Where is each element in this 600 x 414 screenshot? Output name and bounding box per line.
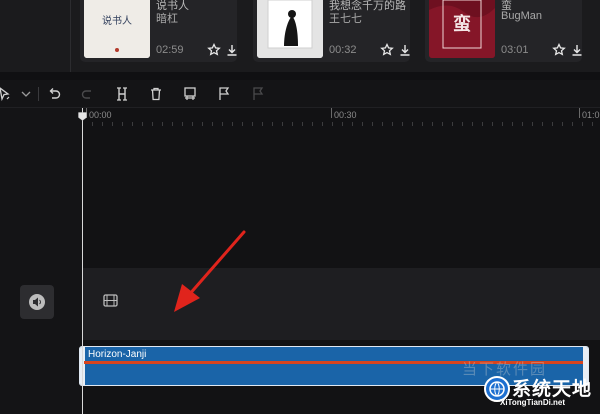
select-cursor-icon[interactable] [0,86,12,102]
site-watermark: 当下软件园 系统天地 XiTongTianDi.net [440,340,600,414]
album-cover [257,0,323,58]
chevron-down-icon[interactable] [18,86,34,102]
marker-flag-icon[interactable] [216,86,232,102]
playhead-line[interactable] [82,108,83,414]
audio-clip-name: Horizon-Janji [88,349,147,360]
watermark-url: XiTongTianDi.net [500,398,566,407]
ruler-label: 00:00 [89,110,112,120]
track-header-column [0,108,82,414]
delete-icon[interactable] [148,86,164,102]
track-artist: 暗杠 [156,13,178,25]
ruler-major-tick [331,108,332,118]
music-card[interactable]: 我想念千万的路... 王七七 00:32 [253,0,410,62]
annotation-arrow-icon [160,228,260,414]
toolbar-divider [38,87,39,101]
favorite-star-icon[interactable] [207,42,221,57]
cover-text: 蛮 [453,13,471,35]
ruler-major-tick [579,108,580,118]
track-duration: 03:01 [501,44,529,56]
watermark-brand: 系统天地 [512,379,593,400]
album-cover: 蛮 [429,0,495,58]
marker-flag-disabled-icon[interactable] [250,86,266,102]
ruler-label: 01:0 [582,110,600,120]
track-duration: 00:32 [329,44,357,56]
music-card[interactable]: 说书人 说书人 暗杠 02:59 [80,0,237,62]
panel-divider [70,0,71,72]
redo-icon[interactable] [80,86,96,102]
video-track-icon [103,294,118,307]
track-audio-toggle-button[interactable] [20,285,54,319]
music-card[interactable]: 蛮 蛮 BugMan 03:01 [425,0,582,62]
ruler-minor-ticks [82,122,600,126]
track-artist: 王七七 [329,13,362,25]
album-cover: 说书人 [84,0,150,58]
track-artist: BugMan [501,10,542,22]
cover-text: 说书人 [102,14,132,27]
time-ruler[interactable]: 00:00 00:30 01:0 [82,108,600,126]
timeline-toolbar [0,80,600,108]
speaker-icon [29,294,45,310]
freeze-frame-icon[interactable] [182,86,198,102]
undo-icon[interactable] [46,86,62,102]
track-duration: 02:59 [156,44,184,56]
download-icon[interactable] [225,43,239,57]
favorite-star-icon[interactable] [380,42,394,57]
favorite-star-icon[interactable] [552,42,566,57]
split-icon[interactable] [114,86,130,102]
music-library-panel: 说书人 说书人 暗杠 02:59 我想念千万的路... 王七七 00:32 蛮 … [0,0,600,72]
download-icon[interactable] [570,43,584,57]
download-icon[interactable] [398,43,412,57]
ruler-label: 00:30 [334,110,357,120]
playhead-handle[interactable] [78,108,87,121]
